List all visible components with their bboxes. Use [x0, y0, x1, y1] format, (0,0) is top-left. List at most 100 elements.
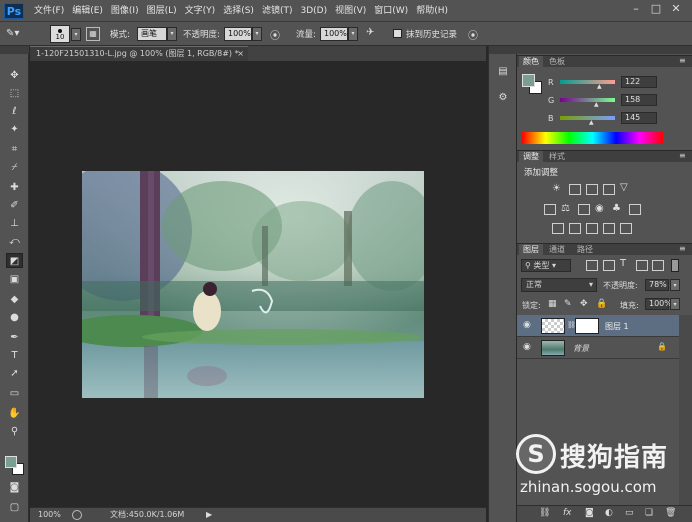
clone-stamp-icon[interactable]: ⊥: [6, 216, 23, 231]
green-slider-thumb[interactable]: ▲: [594, 101, 599, 108]
add-mask-icon[interactable]: ◙: [585, 508, 594, 518]
fx-icon[interactable]: fx: [563, 508, 572, 518]
pressure-opacity-icon[interactable]: ⦿: [270, 27, 280, 42]
screen-mode-icon[interactable]: ▢: [6, 500, 23, 515]
visibility-eye-icon[interactable]: ◉: [523, 342, 531, 352]
black-white-icon[interactable]: [578, 204, 590, 215]
brush-preview[interactable]: 10: [50, 25, 70, 43]
filter-adjustment-icon[interactable]: [603, 260, 615, 271]
healing-brush-icon[interactable]: ✚: [6, 180, 23, 195]
menu-image[interactable]: 图像(I): [107, 0, 143, 22]
menu-view[interactable]: 视图(V): [331, 0, 370, 22]
gradient-map-icon[interactable]: [603, 223, 615, 234]
document-tab[interactable]: 1-120F21501310-L.jpg @ 100% (图层 1, RGB/8…: [30, 46, 248, 61]
fill-arrow-icon[interactable]: ▾: [670, 298, 680, 310]
new-layer-icon[interactable]: ❏: [645, 508, 653, 518]
zoom-level[interactable]: 100%: [38, 508, 61, 522]
threshold-icon[interactable]: [586, 223, 598, 234]
opacity-dropdown-icon[interactable]: ▾: [252, 27, 262, 41]
menu-layer[interactable]: 图层(L): [143, 0, 181, 22]
lock-all-icon[interactable]: 🔒: [596, 299, 607, 309]
flow-field[interactable]: 100%: [320, 27, 348, 41]
minimize-button[interactable]: –: [628, 2, 644, 16]
color-panel-menu-icon[interactable]: ≡: [679, 56, 686, 65]
layer-opacity-value[interactable]: 78%: [645, 279, 669, 291]
lock-pixels-icon[interactable]: ✎: [564, 299, 572, 309]
menu-edit[interactable]: 编辑(E): [68, 0, 107, 22]
color-lookup-icon[interactable]: [629, 204, 641, 215]
red-value[interactable]: 122: [621, 76, 657, 88]
layer-filter-select[interactable]: ⚲ 类型 ▾: [521, 259, 571, 272]
tab-styles[interactable]: 样式: [545, 151, 569, 163]
marquee-tool-icon[interactable]: ⬚: [6, 86, 23, 101]
crop-tool-icon[interactable]: ⌗: [6, 142, 23, 157]
layer-opacity-arrow-icon[interactable]: ▾: [670, 279, 680, 291]
dodge-tool-icon[interactable]: ●: [6, 310, 23, 325]
opacity-field[interactable]: 100%: [224, 27, 252, 41]
flow-dropdown-icon[interactable]: ▾: [348, 27, 358, 41]
exposure-icon[interactable]: [603, 184, 615, 195]
eyedropper-icon[interactable]: ⌿: [6, 160, 23, 175]
lasso-tool-icon[interactable]: ℓ: [6, 104, 23, 119]
tab-adjustments[interactable]: 调整: [519, 151, 543, 163]
channel-mixer-icon[interactable]: ♣: [612, 203, 621, 214]
tab-channels[interactable]: 通道: [545, 244, 569, 256]
tab-paths[interactable]: 路径: [573, 244, 597, 256]
hue-saturation-icon[interactable]: [544, 204, 556, 215]
filter-shape-icon[interactable]: [636, 260, 648, 271]
tab-swatches[interactable]: 色板: [545, 56, 569, 68]
layer-mask-thumbnail[interactable]: [575, 318, 599, 334]
move-tool-icon[interactable]: ✥: [6, 68, 23, 83]
airbrush-icon[interactable]: ✈: [366, 27, 374, 38]
layer-row[interactable]: ◉ 背景 🔒: [517, 337, 679, 359]
canvas-image[interactable]: [82, 171, 424, 398]
pen-tool-icon[interactable]: ✒: [6, 330, 23, 345]
blur-tool-icon[interactable]: ◆: [6, 292, 23, 307]
brush-dropdown-icon[interactable]: ▾: [71, 28, 81, 41]
menu-3d[interactable]: 3D(D): [296, 0, 331, 22]
blend-mode-select[interactable]: 正常 ▾: [521, 278, 597, 292]
layers-menu-icon[interactable]: ≡: [679, 244, 686, 253]
menu-file[interactable]: 文件(F): [30, 0, 68, 22]
layer-name[interactable]: 图层 1: [605, 321, 629, 332]
selective-color-icon[interactable]: [620, 223, 632, 234]
toolbar-grip[interactable]: [0, 46, 29, 54]
brightness-icon[interactable]: ☀: [552, 183, 561, 194]
type-tool-icon[interactable]: T: [6, 348, 23, 363]
color-foreground-swatch[interactable]: [522, 74, 535, 87]
gradient-tool-icon[interactable]: ▣: [6, 272, 23, 287]
history-brush-icon[interactable]: ⤺: [6, 234, 23, 249]
status-info-icon[interactable]: [72, 510, 82, 520]
filter-type-icon[interactable]: T: [620, 258, 626, 269]
tab-color[interactable]: 颜色: [519, 56, 543, 68]
layers-scrollbar[interactable]: [679, 315, 692, 505]
close-document-button[interactable]: ×: [237, 47, 244, 61]
panels-grip[interactable]: [517, 46, 692, 54]
blue-slider[interactable]: [560, 116, 615, 120]
red-slider[interactable]: [560, 80, 615, 84]
status-menu-arrow-icon[interactable]: ▶: [206, 508, 212, 522]
curves-icon[interactable]: [586, 184, 598, 195]
blue-slider-thumb[interactable]: ▲: [589, 119, 594, 126]
filter-smart-icon[interactable]: [652, 260, 664, 271]
filter-toggle[interactable]: [671, 259, 679, 272]
filter-pixel-icon[interactable]: [586, 260, 598, 271]
mode-dropdown-icon[interactable]: ▾: [167, 27, 177, 41]
delete-layer-icon[interactable]: 🗑: [665, 508, 676, 518]
adjustments-menu-icon[interactable]: ≡: [679, 151, 686, 160]
shape-tool-icon[interactable]: ▭: [6, 386, 23, 401]
menu-type[interactable]: 文字(Y): [181, 0, 220, 22]
menu-filter[interactable]: 滤镜(T): [258, 0, 297, 22]
lock-transparency-icon[interactable]: ▦: [548, 299, 557, 309]
photo-filter-icon[interactable]: ◉: [595, 203, 604, 214]
layer-name[interactable]: 背景: [573, 343, 589, 354]
new-adjustment-icon[interactable]: ◐: [605, 508, 613, 518]
visibility-eye-icon[interactable]: ◉: [523, 320, 531, 330]
menu-help[interactable]: 帮助(H): [412, 0, 452, 22]
blue-value[interactable]: 145: [621, 112, 657, 124]
properties-panel-icon[interactable]: ⚙: [495, 92, 511, 106]
new-group-icon[interactable]: ▭: [625, 508, 634, 518]
magic-wand-icon[interactable]: ✦: [6, 122, 23, 137]
maximize-button[interactable]: □: [648, 2, 664, 16]
color-spectrum[interactable]: [522, 132, 663, 144]
